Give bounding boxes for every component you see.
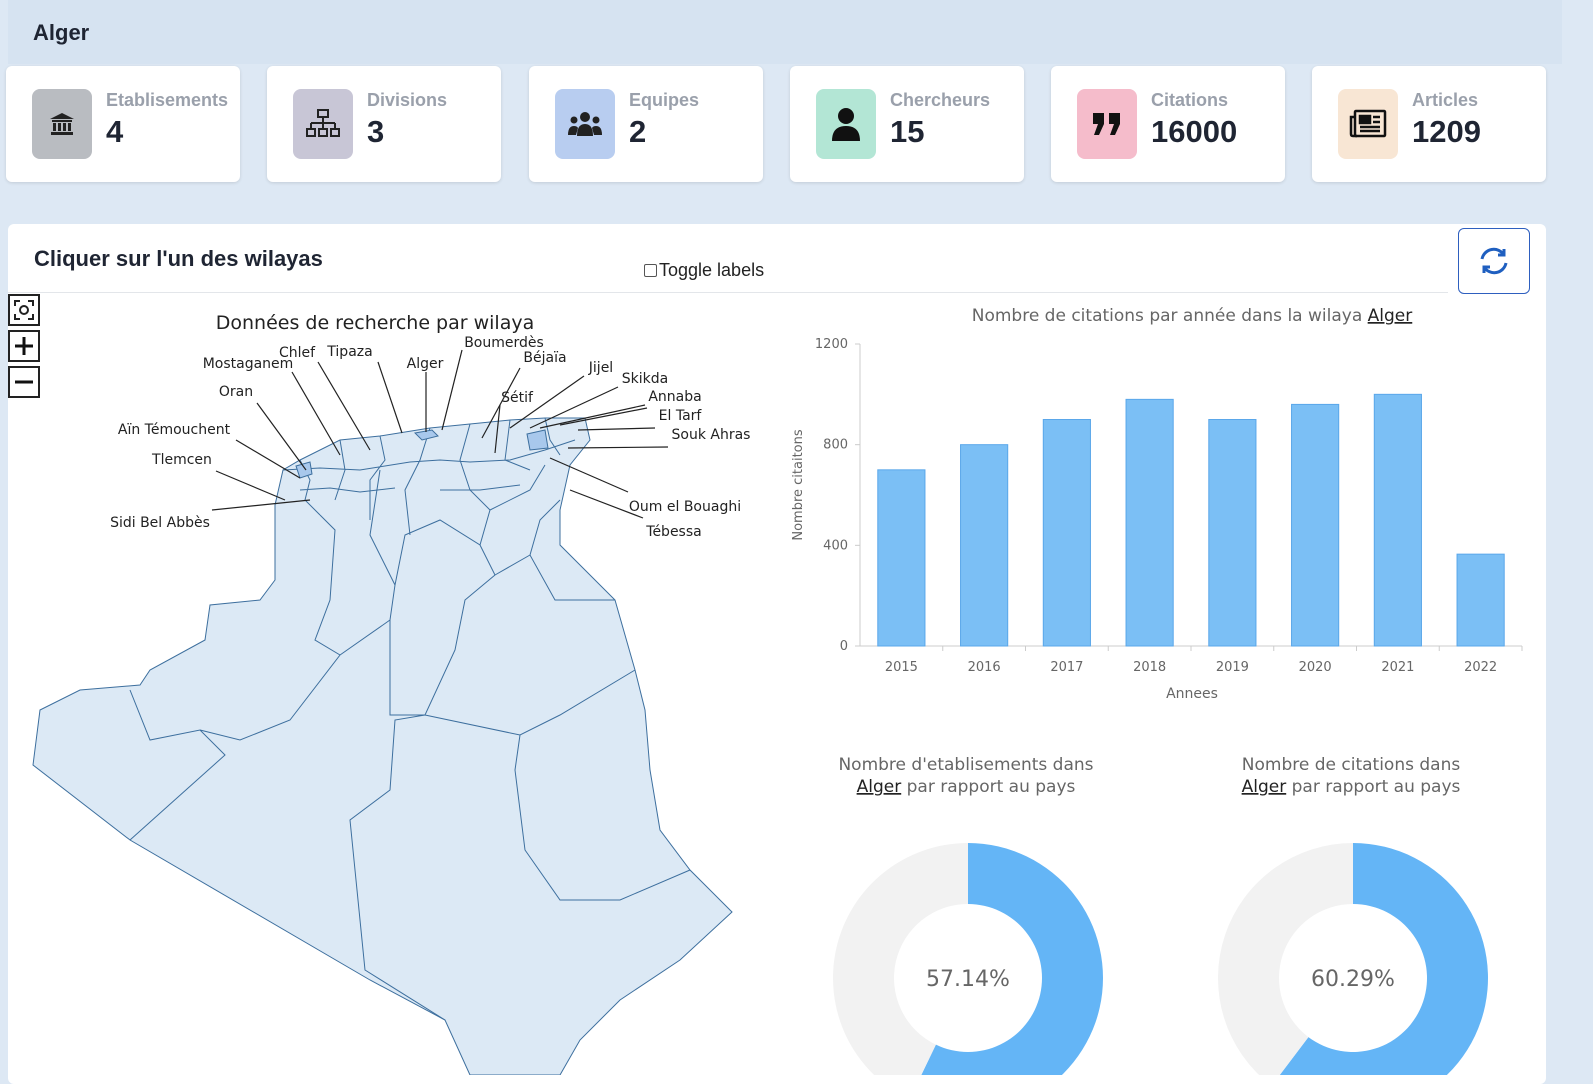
map-label: Oum el Bouaghi bbox=[629, 499, 741, 515]
map-label: Sétif bbox=[501, 390, 534, 406]
bar[interactable] bbox=[1373, 393, 1422, 647]
map-label: Chlef bbox=[279, 345, 316, 361]
stat-label: Chercheurs bbox=[890, 90, 991, 110]
y-tick-label: 1200 bbox=[815, 337, 848, 352]
stat-card-citations: Citations 16000 bbox=[1051, 66, 1285, 182]
map-label: Aïn Témouchent bbox=[118, 422, 231, 438]
map-label: El Tarf bbox=[659, 408, 703, 424]
stat-label: Articles bbox=[1412, 90, 1479, 110]
donut-2-title-line2: Alger par rapport au pays bbox=[1242, 777, 1461, 797]
citations-bar-chart: Nombre de citations par année dans la wi… bbox=[791, 306, 1523, 702]
wilaya-link[interactable]: Alger bbox=[1368, 306, 1413, 326]
donut-slice-rest[interactable] bbox=[833, 843, 968, 1075]
map-label: Béjaïa bbox=[523, 350, 566, 366]
map-label: Boumerdès bbox=[464, 335, 544, 351]
y-tick-label: 800 bbox=[823, 438, 848, 453]
x-tick-label: 2021 bbox=[1381, 660, 1414, 675]
etablisements-donut-chart: Nombre d'etablisements dans Alger par ra… bbox=[833, 755, 1103, 1075]
quote-icon bbox=[1077, 89, 1137, 159]
map-label: Oran bbox=[219, 384, 253, 400]
donut-slice-rest[interactable] bbox=[1218, 843, 1353, 1075]
map-label: Sidi Bel Abbès bbox=[110, 515, 210, 531]
bar[interactable] bbox=[960, 444, 1009, 647]
donut-1-title-line1: Nombre d'etablisements dans bbox=[838, 755, 1093, 775]
x-tick-label: 2015 bbox=[885, 660, 918, 675]
refresh-icon bbox=[1480, 247, 1508, 275]
donut-2-center-label: 60.29% bbox=[1311, 967, 1395, 992]
donut-2-title-line1: Nombre de citations dans bbox=[1242, 755, 1461, 775]
y-tick-label: 400 bbox=[823, 538, 848, 553]
bar[interactable] bbox=[1208, 419, 1257, 647]
user-icon bbox=[816, 89, 876, 159]
stat-card-articles: Articles 1209 bbox=[1312, 66, 1546, 182]
stat-value: 1209 bbox=[1412, 114, 1481, 149]
map-label: Jijel bbox=[588, 360, 613, 376]
map-label: Tlemcen bbox=[151, 452, 212, 468]
citations-donut-chart: Nombre de citations dans Alger par rappo… bbox=[1218, 755, 1489, 1075]
newspaper-icon bbox=[1338, 89, 1398, 159]
stat-label: Citations bbox=[1151, 90, 1229, 110]
wilaya-link[interactable]: Alger bbox=[1242, 777, 1287, 797]
x-tick-label: 2022 bbox=[1464, 660, 1497, 675]
stat-card-chercheurs: Chercheurs 15 bbox=[790, 66, 1024, 182]
map-label: Skikda bbox=[622, 371, 668, 387]
bar[interactable] bbox=[1456, 553, 1505, 647]
x-axis-label: Annees bbox=[1166, 686, 1218, 702]
bar[interactable] bbox=[1125, 398, 1174, 647]
y-axis-label: Nombre citaitons bbox=[791, 429, 806, 541]
bar[interactable] bbox=[877, 469, 926, 647]
bar[interactable] bbox=[1042, 419, 1091, 647]
bar-chart-title: Nombre de citations par année dans la wi… bbox=[972, 306, 1413, 326]
x-tick-label: 2016 bbox=[968, 660, 1001, 675]
map-label: Annaba bbox=[648, 389, 701, 405]
x-tick-label: 2017 bbox=[1050, 660, 1083, 675]
refresh-button[interactable] bbox=[1458, 228, 1530, 294]
map-label: Tipaza bbox=[326, 344, 372, 360]
bar[interactable] bbox=[1291, 403, 1340, 647]
wilaya-link[interactable]: Alger bbox=[857, 777, 902, 797]
map-label: Souk Ahras bbox=[672, 427, 751, 443]
x-tick-label: 2020 bbox=[1299, 660, 1332, 675]
map-label: Alger bbox=[407, 356, 444, 372]
y-tick-label: 0 bbox=[840, 639, 848, 654]
x-tick-label: 2018 bbox=[1133, 660, 1166, 675]
algeria-map: Données de recherche par wilaya Mostagan… bbox=[32, 312, 751, 1075]
donut-1-title-line2: Alger par rapport au pays bbox=[857, 777, 1076, 797]
x-tick-label: 2019 bbox=[1216, 660, 1249, 675]
map-label: Tébessa bbox=[645, 524, 701, 540]
donut-1-center-label: 57.14% bbox=[926, 967, 1010, 992]
stat-value: 16000 bbox=[1151, 114, 1238, 149]
map-title: Données de recherche par wilaya bbox=[216, 312, 535, 334]
stat-value: 15 bbox=[890, 114, 925, 149]
region-east bbox=[526, 429, 549, 451]
